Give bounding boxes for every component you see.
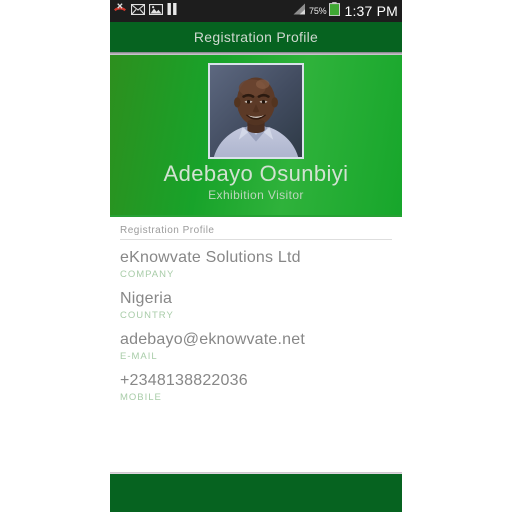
- field-label: E-MAIL: [120, 351, 158, 362]
- field-country: Nigeria COUNTRY: [110, 281, 402, 322]
- profile-role: Exhibition Visitor: [208, 188, 304, 202]
- profile-hero: Adebayo Osunbiyi Exhibition Visitor: [110, 55, 402, 215]
- field-label: COUNTRY: [120, 310, 174, 321]
- envelope-icon: [130, 2, 146, 20]
- status-bar: 75% 1:37 PM: [110, 0, 402, 22]
- details-section: Registration Profile eKnowvate Solutions…: [110, 215, 402, 404]
- battery-icon: [329, 1, 341, 21]
- field-label: COMPANY: [120, 269, 175, 280]
- status-bar-notification-icons: [113, 2, 177, 20]
- section-header: Registration Profile: [120, 225, 392, 240]
- field-email[interactable]: adebayo@eknowvate.net E-MAIL: [110, 322, 402, 363]
- profile-photo: [210, 65, 302, 157]
- field-label: MOBILE: [120, 392, 162, 403]
- field-value: eKnowvate Solutions Ltd: [120, 249, 301, 266]
- action-bar-title: Registration Profile: [193, 29, 319, 45]
- screenshot-root: 75% 1:37 PM Registration Profile Adebayo…: [0, 0, 512, 512]
- action-bar: Registration Profile: [110, 22, 402, 52]
- missed-call-icon: [113, 2, 127, 20]
- phone-screen: 75% 1:37 PM Registration Profile Adebayo…: [110, 0, 402, 512]
- field-value[interactable]: adebayo@eknowvate.net: [120, 330, 392, 349]
- avatar: [208, 63, 304, 159]
- image-icon: [148, 2, 164, 20]
- pause-icon: [167, 2, 177, 20]
- profile-name: Adebayo Osunbiyi: [163, 161, 349, 186]
- status-bar-system-icons: 75% 1:37 PM: [292, 1, 398, 21]
- field-value: Nigeria: [120, 290, 173, 307]
- signal-bars-icon: [292, 2, 306, 20]
- field-mobile[interactable]: +2348138822036 MOBILE: [110, 363, 402, 404]
- battery-percent-label: 75%: [309, 6, 327, 16]
- status-bar-clock: 1:37 PM: [344, 3, 398, 19]
- field-company: eKnowvate Solutions Ltd COMPANY: [110, 240, 402, 281]
- field-value[interactable]: +2348138822036: [120, 371, 392, 390]
- footer-bar: [110, 474, 402, 512]
